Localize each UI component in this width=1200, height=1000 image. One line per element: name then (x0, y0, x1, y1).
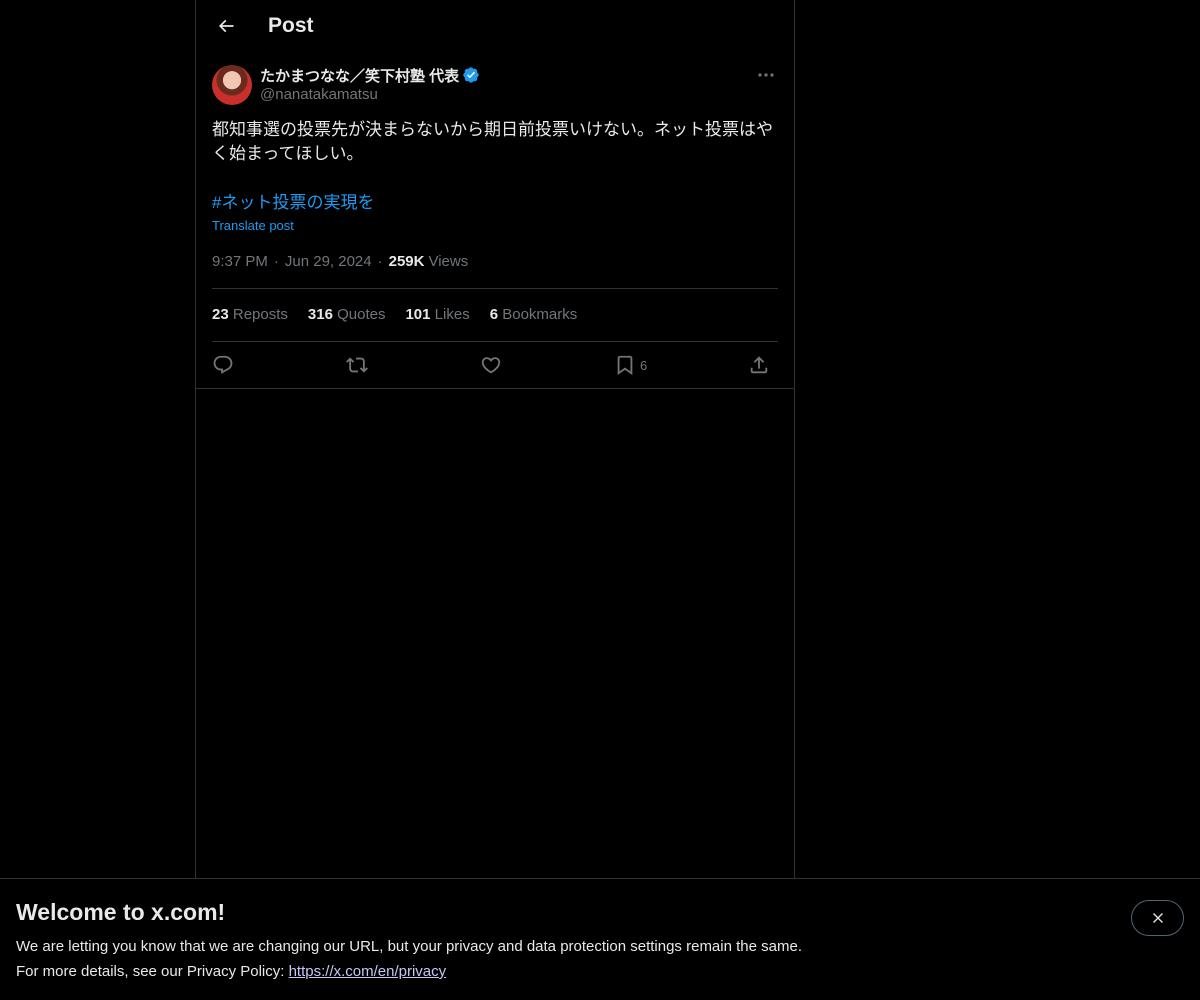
banner-title: Welcome to x.com! (16, 899, 226, 925)
divider (196, 388, 794, 389)
avatar[interactable] (212, 65, 252, 105)
author-name-row: たかまつなな／笑下村塾 代表 (260, 65, 480, 85)
stat-label: Bookmarks (502, 306, 578, 323)
views-label: Views (428, 253, 469, 270)
welcome-banner: Welcome to x.com! We are letting you kno… (0, 878, 1200, 1000)
stat-label: Likes (434, 306, 470, 323)
close-banner-button[interactable] (1131, 900, 1184, 936)
meta-separator: · (377, 253, 383, 270)
author-handle[interactable]: @nanatakamatsu (260, 86, 378, 103)
post-stats: 23 Reposts 316 Quotes 101 Likes 6 Bookma… (212, 306, 597, 323)
stat-quotes[interactable]: 316 Quotes (308, 306, 386, 323)
repost-button[interactable] (346, 353, 368, 377)
stat-label: Reposts (232, 306, 288, 323)
reply-icon (212, 354, 234, 376)
verified-badge-icon[interactable] (462, 66, 480, 84)
post-time[interactable]: 9:37 PM (212, 253, 268, 270)
stat-number: 101 (405, 306, 431, 323)
action-bar: 6 (212, 342, 778, 388)
hashtag-link[interactable]: #ネット投票の実現を (212, 191, 374, 215)
stat-likes[interactable]: 101 Likes (405, 306, 469, 323)
main-column: Post たかまつなな／笑下村塾 代表 @nanatakamatsu 都知事選の… (195, 0, 795, 878)
banner-details-text: For more details, see our Privacy Policy… (16, 963, 289, 980)
post-date[interactable]: Jun 29, 2024 (285, 253, 372, 270)
repost-icon (346, 354, 368, 376)
more-icon (758, 73, 774, 77)
back-arrow-icon (216, 16, 236, 36)
stat-number: 6 (489, 306, 499, 323)
privacy-policy-link[interactable]: https://x.com/en/privacy (289, 963, 447, 980)
post-author: たかまつなな／笑下村塾 代表 @nanatakamatsu (212, 65, 778, 107)
close-icon (1150, 910, 1166, 926)
page-title: Post (268, 14, 314, 37)
author-display-name[interactable]: たかまつなな／笑下村塾 代表 (260, 65, 459, 86)
post-text: 都知事選の投票先が決まらないから期日前投票いけない。ネット投票はやく始まってほし… (212, 120, 773, 163)
bookmark-count: 6 (640, 357, 648, 373)
bookmark-button[interactable]: 6 (614, 353, 647, 377)
share-icon (748, 354, 770, 376)
banner-details: For more details, see our Privacy Policy… (16, 963, 446, 980)
post-meta: 9:37 PM · Jun 29, 2024 · 259K Views (212, 253, 468, 270)
stat-reposts[interactable]: 23 Reposts (212, 306, 288, 323)
stat-number: 23 (212, 306, 229, 323)
divider (212, 288, 778, 289)
meta-separator: · (273, 253, 279, 270)
bookmark-icon (614, 354, 636, 376)
stat-label: Quotes (337, 306, 386, 323)
share-button[interactable] (748, 353, 770, 377)
back-button[interactable] (208, 8, 244, 44)
stat-number: 316 (307, 306, 333, 323)
like-icon (480, 354, 502, 376)
stat-bookmarks[interactable]: 6 Bookmarks (490, 306, 578, 323)
page-header: Post (196, 0, 794, 54)
translate-post-link[interactable]: Translate post (212, 218, 294, 233)
views-count: 259K (388, 253, 425, 270)
banner-message: We are letting you know that we are chan… (16, 938, 802, 955)
reply-button[interactable] (212, 353, 234, 377)
like-button[interactable] (480, 353, 502, 377)
more-button[interactable] (754, 65, 778, 85)
